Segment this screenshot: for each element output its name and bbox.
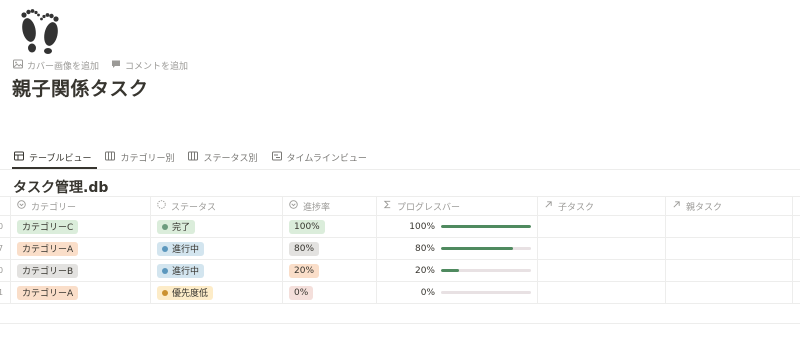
column-header-progress-bar[interactable]: プログレスバー	[377, 197, 538, 215]
column-header-rate[interactable]: 進捗率	[283, 197, 377, 215]
table-row[interactable]: 1 カテゴリーA 優先度低 0% 0%	[0, 282, 800, 304]
add-comment-button[interactable]: コメントを追加	[111, 59, 188, 72]
progress-label: 20%	[414, 265, 435, 276]
table-row[interactable]: 0 カテゴリーB 進行中 20% 20%	[0, 260, 800, 282]
category-tag: カテゴリーA	[17, 241, 79, 256]
category-tag: カテゴリーA	[17, 285, 79, 300]
board-icon	[105, 151, 116, 164]
table-row[interactable]: 7 カテゴリーA 進行中 80% 80%	[0, 238, 800, 260]
progress-bar	[441, 269, 531, 272]
board-icon	[188, 151, 199, 164]
row-edge-text: 1	[0, 288, 4, 297]
status-badge: 完了	[157, 219, 196, 234]
status-dot	[162, 289, 168, 296]
add-cover-label: カバー画像を追加	[27, 62, 100, 72]
relation-icon	[544, 200, 553, 212]
category-tag: カテゴリーC	[17, 219, 79, 234]
image-icon	[13, 59, 23, 72]
progress-label: 80%	[414, 243, 435, 254]
comment-icon	[111, 59, 121, 72]
tabs-divider	[0, 169, 800, 170]
page-actions: カバー画像を追加 コメントを追加	[13, 59, 188, 72]
tab-status-view[interactable]: ステータス別	[186, 148, 259, 169]
category-tag: カテゴリーB	[17, 263, 79, 278]
tab-category-view[interactable]: カテゴリー別	[103, 148, 176, 169]
parent-task-cell[interactable]	[666, 260, 793, 281]
timeline-icon	[271, 151, 282, 164]
formula-icon	[383, 200, 392, 212]
status-icon	[157, 200, 166, 212]
tab-table-view[interactable]: テーブルビュー	[12, 148, 93, 169]
tab-timeline-view[interactable]: タイムラインビュー	[270, 148, 369, 169]
add-cover-button[interactable]: カバー画像を追加	[13, 59, 99, 72]
tab-label: タイムラインビュー	[286, 154, 367, 164]
rate-tag: 0%	[289, 285, 314, 300]
database-table: カテゴリー ステータス 進捗率 プログレスバー 子タスク 親タスク 0 カテゴリ…	[0, 196, 800, 304]
add-comment-label: コメントを追加	[125, 62, 189, 72]
select-icon	[17, 200, 26, 212]
parent-task-cell[interactable]	[666, 216, 793, 237]
child-task-cell[interactable]	[538, 216, 666, 237]
status-badge: 優先度低	[157, 285, 214, 300]
status-dot	[162, 223, 168, 230]
tab-label: ステータス別	[203, 154, 258, 164]
progress-bar	[441, 291, 531, 294]
status-dot	[162, 267, 168, 274]
database-title[interactable]: タスク管理.db	[13, 177, 108, 197]
progress-label: 0%	[420, 287, 435, 298]
progress-fill	[441, 225, 531, 228]
child-task-cell[interactable]	[538, 238, 666, 259]
column-header-parent-task[interactable]: 親タスク	[666, 197, 793, 215]
progress-bar	[441, 247, 531, 250]
rate-tag: 80%	[289, 241, 320, 256]
row-edge-text: 7	[0, 244, 4, 253]
table-bottom-divider	[0, 323, 800, 324]
status-badge: 進行中	[157, 241, 205, 256]
table-icon	[14, 151, 24, 164]
page-title[interactable]: 親子関係タスク	[12, 74, 149, 101]
rate-tag: 100%	[289, 219, 325, 234]
tab-label: テーブルビュー	[29, 154, 92, 164]
parent-task-cell[interactable]	[666, 282, 793, 303]
column-header-category[interactable]: カテゴリー	[11, 197, 151, 215]
child-task-cell[interactable]	[538, 260, 666, 281]
status-badge: 進行中	[157, 263, 205, 278]
column-header-child-task[interactable]: 子タスク	[538, 197, 666, 215]
child-task-cell[interactable]	[538, 282, 666, 303]
view-tabs: テーブルビュー カテゴリー別 ステータス別 タイムラインビュー	[12, 148, 379, 169]
column-header-status[interactable]: ステータス	[151, 197, 283, 215]
row-edge-text: 0	[0, 266, 4, 275]
rate-tag: 20%	[289, 263, 320, 278]
progress-fill	[441, 247, 513, 250]
parent-task-cell[interactable]	[666, 238, 793, 259]
progress-fill	[441, 269, 459, 272]
table-row[interactable]: 0 カテゴリーC 完了 100% 100%	[0, 216, 800, 238]
progress-label: 100%	[409, 221, 435, 232]
relation-icon	[672, 200, 681, 212]
select-icon	[289, 200, 298, 212]
progress-bar	[441, 225, 531, 228]
status-dot	[162, 245, 168, 252]
footprints-icon[interactable]	[10, 4, 66, 54]
row-edge-text: 0	[0, 222, 4, 231]
tab-label: カテゴリー別	[120, 154, 175, 164]
table-header-row: カテゴリー ステータス 進捗率 プログレスバー 子タスク 親タスク	[0, 196, 800, 216]
